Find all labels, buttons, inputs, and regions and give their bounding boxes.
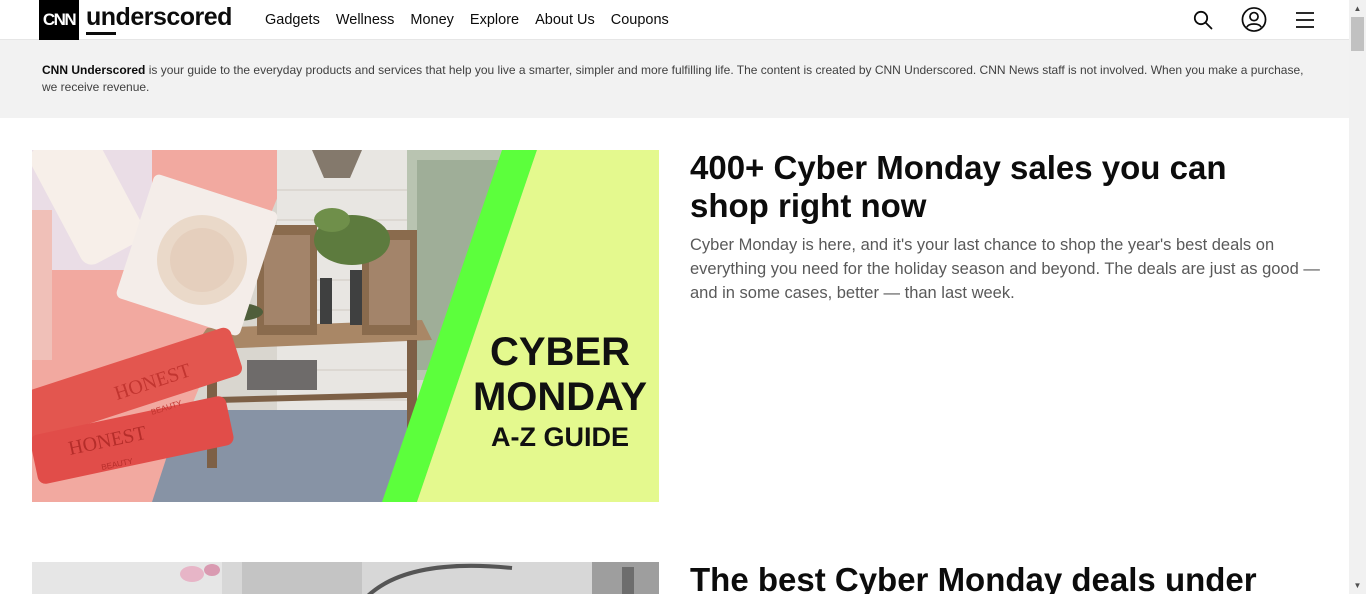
main-nav: Gadgets Wellness Money Explore About Us … [265, 0, 685, 39]
nav-explore[interactable]: Explore [470, 12, 519, 28]
article-description: Cyber Monday is here, and it's your last… [690, 236, 1320, 302]
disclaimer-body: is your guide to the everyday products a… [42, 63, 1304, 94]
disclaimer-text: CNN Underscored is your guide to the eve… [42, 62, 1304, 96]
banner-text-line1: CYBER [490, 330, 630, 374]
menu-icon[interactable] [1292, 7, 1318, 33]
banner-text-line3: A-Z GUIDE [491, 422, 629, 452]
nav-about-us[interactable]: About Us [535, 12, 595, 28]
banner-text-line2: MONDAY [473, 375, 647, 419]
scroll-up-arrow-icon[interactable]: ▲ [1349, 0, 1366, 17]
disclaimer-brand: CNN Underscored [42, 63, 146, 77]
affiliate-disclaimer: CNN Underscored is your guide to the eve… [0, 40, 1349, 118]
vertical-scrollbar[interactable]: ▲ ▼ [1349, 0, 1366, 594]
page: CNN underscored Gadgets Wellness Money E… [0, 0, 1349, 594]
article-image-cyber-monday[interactable]: CYBER MONDAY A-Z GUIDE HONEST BEAUTY HON… [32, 150, 659, 502]
header-actions [1165, 0, 1349, 39]
article-title[interactable]: 400+ Cyber Monday sales you can shop rig… [690, 149, 1310, 225]
site-header: CNN underscored Gadgets Wellness Money E… [0, 0, 1349, 40]
brand-wordmark: underscored [86, 3, 232, 35]
site-logo[interactable]: CNN underscored [39, 0, 232, 40]
article-title[interactable]: The best Cyber Monday deals under [690, 561, 1330, 594]
search-icon[interactable] [1190, 7, 1216, 33]
scrollbar-thumb[interactable] [1351, 17, 1364, 51]
nav-gadgets[interactable]: Gadgets [265, 12, 320, 28]
nav-money[interactable]: Money [410, 12, 454, 28]
scroll-down-arrow-icon[interactable]: ▼ [1349, 577, 1366, 594]
article-image-second[interactable] [32, 562, 659, 594]
nav-wellness[interactable]: Wellness [336, 12, 395, 28]
nav-coupons[interactable]: Coupons [611, 12, 669, 28]
cnn-logo-mark: CNN [39, 0, 79, 40]
account-icon[interactable] [1241, 7, 1267, 33]
